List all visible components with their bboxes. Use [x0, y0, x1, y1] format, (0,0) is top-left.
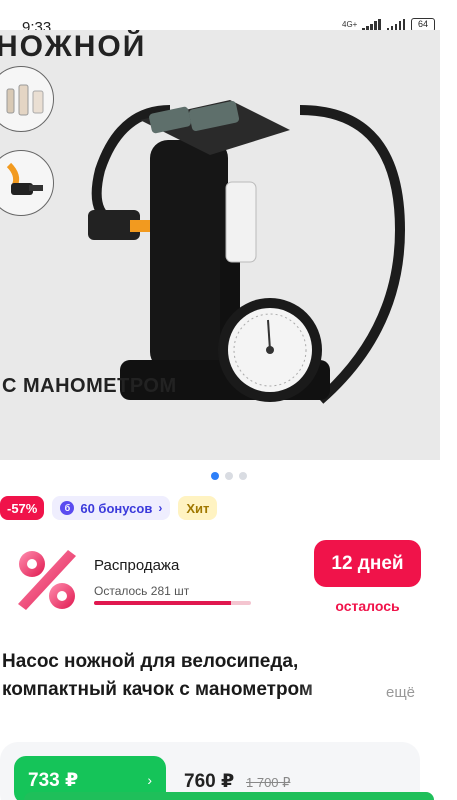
sale-title: Распродажа: [94, 557, 180, 574]
gallery-pagination: [0, 472, 457, 480]
product-title-line1: Насос ножной для велосипеда,: [2, 651, 299, 672]
bonus-badge-label: 60 бонусов: [80, 500, 153, 516]
gallery-thumb-valve: [0, 150, 54, 216]
old-price: 1 700 ₽: [246, 775, 291, 790]
card-price-value: 733 ₽: [28, 769, 79, 791]
days-remaining-caption: осталось: [335, 598, 400, 614]
sale-progress-bar: [94, 601, 251, 605]
pump-image: [88, 100, 406, 404]
sale-stock-left: Осталось 281 шт: [94, 584, 190, 598]
gallery-thumb-adapters: [0, 66, 54, 132]
adapter-icon: [6, 84, 44, 116]
product-title-line2: компактный качок с манометром: [2, 679, 313, 700]
discount-badge: -57%: [0, 496, 45, 520]
gallery-dot-1[interactable]: [210, 472, 219, 480]
chevron-right-icon: ›: [147, 772, 152, 788]
days-remaining-badge: 12 дней: [314, 540, 421, 587]
gallery-caption-text: С МАНОМЕТРОМ: [2, 375, 177, 397]
bonus-badge[interactable]: б 60 бонусов ›: [52, 496, 171, 520]
gallery-dot-2[interactable]: [224, 472, 233, 480]
badges-row: -57% б 60 бонусов › Хит: [0, 496, 218, 520]
hit-badge: Хит: [178, 496, 218, 520]
percent-icon: [18, 550, 76, 610]
sale-block[interactable]: Распродажа Осталось 281 шт 12 дней остал…: [0, 530, 457, 630]
network-type: 4G+: [342, 20, 358, 29]
add-to-cart-button[interactable]: [24, 792, 434, 800]
gallery-heading-text: НОЖНОЙ: [0, 30, 147, 63]
gallery-dot-3[interactable]: [238, 472, 247, 480]
chevron-right-icon: ›: [158, 501, 163, 515]
product-gallery[interactable]: НОЖНОЙ С МАНОМЕТРОМ: [0, 30, 440, 460]
product-title: Насос ножной для велосипеда, компактный …: [2, 648, 422, 704]
bonus-coin-icon: б: [60, 501, 75, 515]
current-price: 760 ₽: [184, 771, 235, 792]
valve-icon: [6, 162, 43, 195]
sale-progress-fill: [94, 601, 231, 605]
show-more-link[interactable]: ещё: [386, 684, 415, 701]
